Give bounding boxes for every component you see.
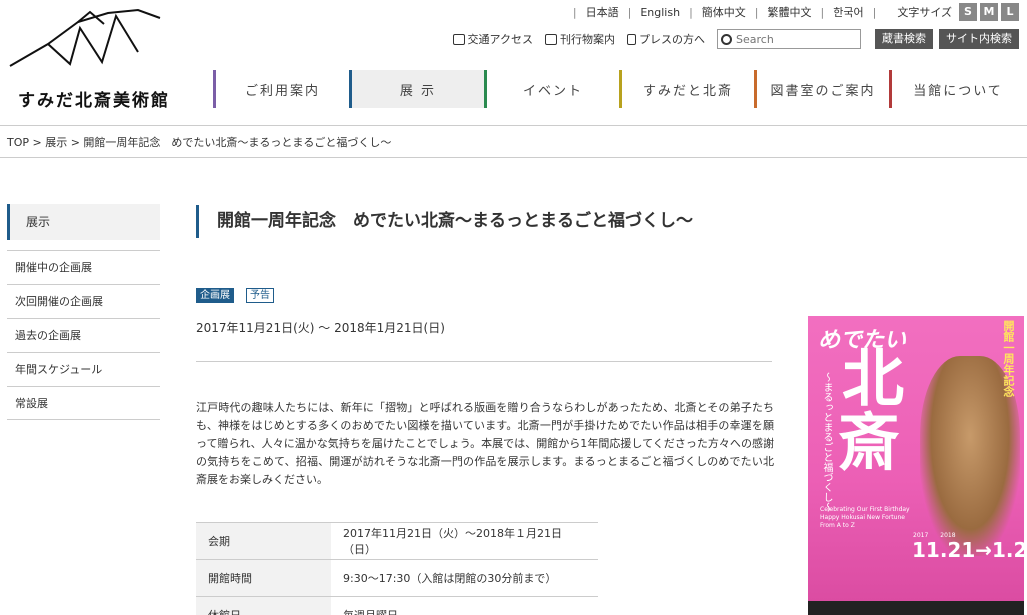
access-label: 交通アクセス	[467, 33, 533, 46]
exhibition-description: 江戸時代の趣味人たちには、新年に「摺物」と呼ばれる版画を贈り合うならわしがあった…	[196, 401, 774, 486]
gnav-guide[interactable]: ご利用案内	[213, 70, 349, 108]
collection-search-button[interactable]: 蔵書検索	[875, 29, 933, 49]
gnav-exhibition[interactable]: 展 示	[349, 70, 484, 108]
font-size-s-button[interactable]: S	[959, 3, 977, 21]
poster-dates: 11.21→1.21	[912, 538, 1024, 562]
sidebar-item-schedule[interactable]: 年間スケジュール	[7, 352, 160, 386]
sidebar-item-permanent[interactable]: 常設展	[7, 386, 160, 420]
content-divider	[196, 361, 772, 362]
poster-sai-text: 斎	[838, 406, 901, 479]
table-row: 開館時間 9:30～17:30（入館は閉館の30分前まで）	[196, 559, 598, 597]
poster-hoku-text: 北	[842, 342, 905, 415]
poster-anniversary-vertical: 開館一周年記念	[1002, 320, 1015, 397]
lang-english[interactable]: English	[640, 6, 680, 19]
tag-list: 企画展 予告	[196, 288, 286, 303]
poster-english-text: Celebrating Our First Birthday Happy Hok…	[820, 506, 910, 529]
language-bar: | 日本語 | English | 簡体中文 | 繁體中文 | 한국어 | 文字…	[564, 3, 1019, 21]
font-size-m-button[interactable]: M	[980, 3, 998, 21]
book-icon	[545, 33, 557, 45]
info-value: 9:30～17:30（入館は閉館の30分前まで）	[331, 559, 598, 597]
page-title-wrap: 開館一周年記念 めでたい北斎～まるっとまるごと福づくし～	[196, 205, 693, 238]
press-label: プレスの方へ	[639, 33, 705, 46]
font-size-label: 文字サイズ	[897, 6, 952, 19]
info-value: 2017年11月21日（火）～2018年１月21日（日）	[331, 522, 598, 560]
lang-traditional-chinese[interactable]: 繁體中文	[768, 4, 812, 20]
sidebar-item-next[interactable]: 次回開催の企画展	[7, 284, 160, 318]
global-nav: ご利用案内 展 示 イベント すみだと北斎 図書室のご案内 当館について	[213, 70, 1024, 108]
gnav-about[interactable]: 当館について	[889, 70, 1024, 108]
info-value: 毎週月曜日	[331, 596, 598, 615]
font-size-l-button[interactable]: L	[1001, 3, 1019, 21]
logo-mark-icon	[9, 8, 161, 67]
poster-subtitle-vertical: ～まるっとまるごと福づくし～	[821, 372, 832, 512]
page-title: 開館一周年記念 めでたい北斎～まるっとまるごと福づくし～	[217, 211, 693, 231]
utility-bar: 交通アクセス 刊行物案内 プレスの方へ 蔵書検索 サイト内検索	[452, 29, 1019, 49]
search-box	[717, 29, 861, 49]
breadcrumb-divider	[0, 157, 1027, 158]
tag-special-exhibition: 企画展	[196, 288, 234, 303]
gnav-library[interactable]: 図書室のご案内	[754, 70, 889, 108]
publications-link[interactable]: 刊行物案内	[545, 31, 615, 47]
train-icon	[452, 33, 465, 45]
exhibition-info-table: 会期 2017年11月21日（火）～2018年１月21日（日） 開館時間 9:3…	[196, 522, 598, 615]
lang-simplified-chinese[interactable]: 簡体中文	[702, 4, 746, 20]
site-search-button[interactable]: サイト内検索	[939, 29, 1019, 49]
info-key: 休館日	[196, 596, 331, 615]
search-icon	[721, 33, 732, 45]
exhibition-poster[interactable]: めでたい ～まるっとまるごと福づくし～ 開館一周年記念 北 斎 Celebrat…	[808, 316, 1024, 615]
gnav-sumida-hokusai[interactable]: すみだと北斎	[619, 70, 754, 108]
sidebar-heading[interactable]: 展示	[7, 204, 160, 240]
table-row: 会期 2017年11月21日（火）～2018年１月21日（日）	[196, 522, 598, 560]
tag-upcoming: 予告	[246, 288, 274, 303]
document-icon	[627, 33, 636, 45]
header-divider	[0, 125, 1027, 126]
logo-text: すみだ北斎美術館	[18, 91, 170, 111]
gnav-events[interactable]: イベント	[484, 70, 619, 108]
sidebar-item-past[interactable]: 過去の企画展	[7, 318, 160, 352]
lang-japanese[interactable]: 日本語	[586, 4, 619, 20]
sidebar: 展示 開催中の企画展 次回開催の企画展 過去の企画展 年間スケジュール 常設展	[7, 204, 160, 420]
search-input[interactable]	[736, 32, 856, 46]
press-link[interactable]: プレスの方へ	[627, 31, 705, 47]
exhibition-date-range: 2017年11月21日(火) ～ 2018年1月21日(日)	[196, 321, 445, 335]
info-key: 開館時間	[196, 559, 331, 597]
poster-footer-band	[808, 601, 1024, 615]
site-logo[interactable]: すみだ北斎美術館	[8, 8, 168, 111]
publications-label: 刊行物案内	[560, 33, 615, 46]
info-key: 会期	[196, 522, 331, 560]
access-link[interactable]: 交通アクセス	[452, 31, 533, 47]
table-row: 休館日 毎週月曜日	[196, 596, 598, 615]
breadcrumb[interactable]: TOP > 展示 > 開館一周年記念 めでたい北斎～まるっとまるごと福づくし～	[7, 134, 391, 150]
lang-korean[interactable]: 한국어	[833, 4, 863, 20]
sidebar-item-current[interactable]: 開催中の企画展	[7, 250, 160, 284]
